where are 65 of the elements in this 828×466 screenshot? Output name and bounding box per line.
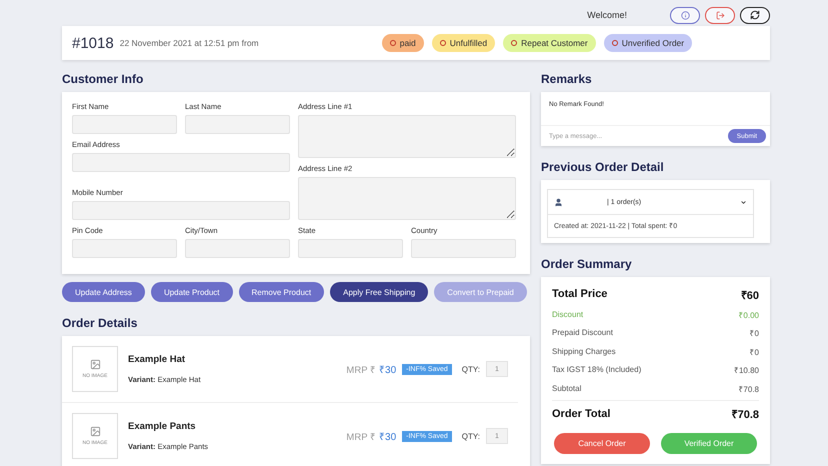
summary-value: ₹0.00 (738, 310, 759, 320)
image-icon (90, 359, 100, 370)
info-icon (680, 10, 690, 20)
summary-label: Subtotal (552, 384, 582, 393)
caret-icon (740, 198, 747, 206)
status-ring-icon (440, 40, 446, 46)
summary-value: ₹10.80 (734, 365, 759, 376)
product-price: ₹30 (379, 431, 396, 443)
status-ring-icon (612, 40, 618, 46)
order-number: #1018 (72, 34, 114, 52)
status-tag: Unverified Order (604, 34, 692, 52)
status-tag: paid (382, 34, 424, 52)
text-area[interactable] (298, 177, 516, 220)
summary-value: ₹0 (750, 346, 759, 357)
summary-label: Order Total (552, 408, 610, 420)
section-title: Customer Info (62, 72, 144, 86)
summary-value: ₹60 (740, 288, 759, 302)
status-tag: Unfulfilled (432, 34, 496, 52)
summary-value: ₹0 (750, 328, 759, 338)
section-title: Previous Order Detail (541, 160, 665, 174)
input-field[interactable] (72, 115, 177, 134)
action-button[interactable]: Update Address (62, 282, 145, 302)
product-price: ₹30 (379, 364, 396, 376)
user-icon (554, 198, 563, 206)
input-field[interactable] (185, 115, 290, 134)
status-ring-icon (511, 40, 518, 46)
product-name: Example Pants (128, 421, 197, 432)
verify-button[interactable]: Verified Order (661, 432, 757, 454)
input-field[interactable] (185, 239, 290, 258)
summary-label: Tax IGST 18% (Included) (552, 365, 642, 374)
summary-label: Prepaid Discount (552, 328, 613, 338)
section-title: Order Summary (541, 257, 633, 271)
mrp-text: MRP ₹ (346, 430, 376, 442)
section-title: Remarks (541, 72, 593, 86)
status-tag: Repeat Customer (503, 34, 596, 52)
summary-label: Shipping Charges (552, 346, 616, 356)
action-button[interactable]: Remove Product (238, 282, 324, 302)
action-button[interactable]: Update Product (150, 282, 233, 302)
input-field[interactable] (72, 153, 290, 172)
image-icon (90, 426, 100, 437)
input-field[interactable] (72, 201, 290, 220)
logout-icon (716, 10, 724, 20)
welcome-text: Welcome! (587, 10, 627, 20)
summary-value: ₹70.8 (738, 384, 759, 394)
qty-label: QTY: (462, 364, 480, 374)
mrp-text: MRP ₹ (346, 364, 376, 376)
action-button[interactable]: Convert to Prepaid (434, 282, 527, 302)
summary-label: Total Price (552, 288, 608, 300)
input-field[interactable] (72, 239, 177, 258)
refresh-button[interactable] (740, 6, 770, 24)
product-name: Example Hat (128, 354, 186, 365)
input-field[interactable] (411, 239, 516, 258)
summary-value: ₹70.8 (732, 408, 759, 421)
info-button[interactable] (670, 6, 700, 24)
logout-button[interactable] (705, 6, 735, 24)
action-button[interactable]: Apply Free Shipping (330, 282, 428, 302)
order-date: 22 November 2021 at 12:51 pm from (120, 38, 260, 48)
section-title: Order Details (62, 316, 138, 330)
input-field[interactable] (298, 239, 403, 258)
qty-label: QTY: (462, 432, 480, 440)
cancel-button[interactable]: Cancel Order (554, 432, 650, 454)
summary-label: Discount (552, 310, 584, 319)
text-area[interactable] (298, 115, 516, 158)
refresh-icon (750, 10, 760, 20)
status-ring-icon (390, 40, 396, 46)
